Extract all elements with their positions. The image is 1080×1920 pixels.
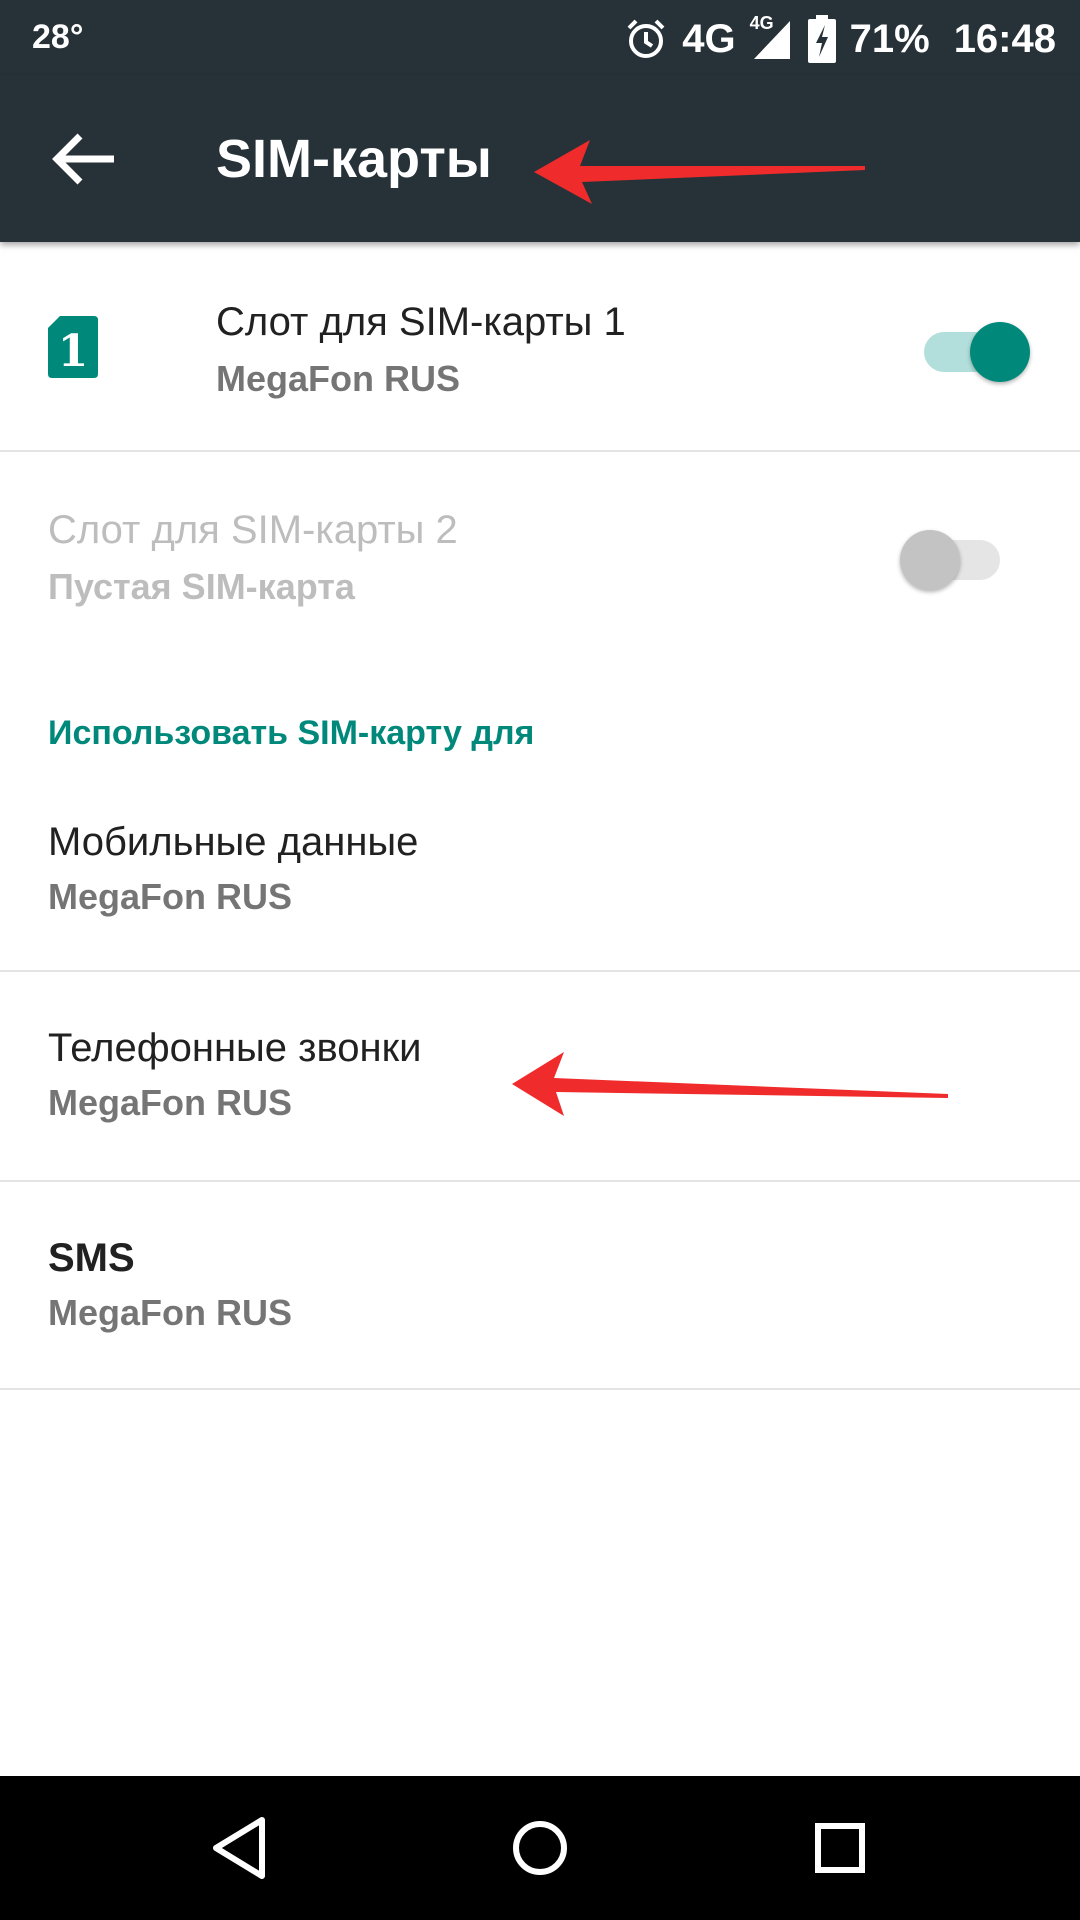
pref-phone-calls-subtitle: MegaFon RUS <box>48 1082 293 1123</box>
battery-percent: 71% <box>849 16 930 61</box>
battery-charging-icon <box>807 15 836 63</box>
pref-mobile-data-subtitle: MegaFon RUS <box>48 876 293 917</box>
arrow-left-icon <box>52 133 114 185</box>
pref-mobile-data-title: Мобильные данные <box>48 820 419 864</box>
network-type: 4G <box>682 16 736 61</box>
sim-slot-1-toggle[interactable] <box>916 314 1030 382</box>
divider <box>0 1388 1080 1390</box>
annotation-arrow-icon <box>534 140 865 204</box>
pref-sms-subtitle: MegaFon RUS <box>48 1292 293 1333</box>
sim-slot-1-subtitle: MegaFon RUS <box>216 358 461 399</box>
toggle-thumb <box>900 530 960 590</box>
sim-1-icon: 1 <box>48 316 98 378</box>
page-title: SIM-карты <box>216 129 492 189</box>
sim-slot-2-subtitle: Пустая SIM-карта <box>48 566 355 607</box>
back-triangle-icon[interactable] <box>200 1808 280 1888</box>
sim-1-icon-label: 1 <box>58 326 89 377</box>
alarm-icon <box>624 17 668 61</box>
signal-icon: 4G <box>750 13 794 63</box>
toggle-thumb <box>970 322 1030 382</box>
sim-slot-2-toggle[interactable] <box>900 522 1010 590</box>
recents-square-icon[interactable] <box>800 1808 880 1888</box>
sim-slot-2-title: Слот для SIM-карты 2 <box>48 508 458 552</box>
pref-phone-calls-title: Телефонные звонки <box>48 1026 422 1070</box>
status-bar: 28° 4G 4G 71% 16:48 <box>0 0 1080 76</box>
navigation-bar <box>0 1776 1080 1920</box>
clock: 16:48 <box>953 16 1056 61</box>
sim-slot-2-row[interactable]: Слот для SIM-карты 2 Пустая SIM-карта <box>0 452 1080 658</box>
pref-sms-title: SMS <box>48 1236 135 1280</box>
temperature-indicator: 28° <box>32 18 84 56</box>
sim-slot-1-title: Слот для SIM-карты 1 <box>216 300 626 344</box>
sim-slot-1-row[interactable]: 1 Слот для SIM-карты 1 MegaFon RUS <box>0 244 1080 450</box>
network-indicator: 4G <box>682 17 735 62</box>
pref-sms[interactable]: SMS MegaFon RUS <box>0 1182 1080 1388</box>
annotation-arrow-icon <box>512 1052 948 1116</box>
back-button[interactable] <box>48 126 120 192</box>
section-header: Использовать SIM-карту для <box>48 714 535 752</box>
home-circle-icon[interactable] <box>500 1808 580 1888</box>
pref-mobile-data[interactable]: Мобильные данные MegaFon RUS <box>0 800 1080 970</box>
status-icons: 4G 4G 71% 16:48 <box>624 8 1056 70</box>
